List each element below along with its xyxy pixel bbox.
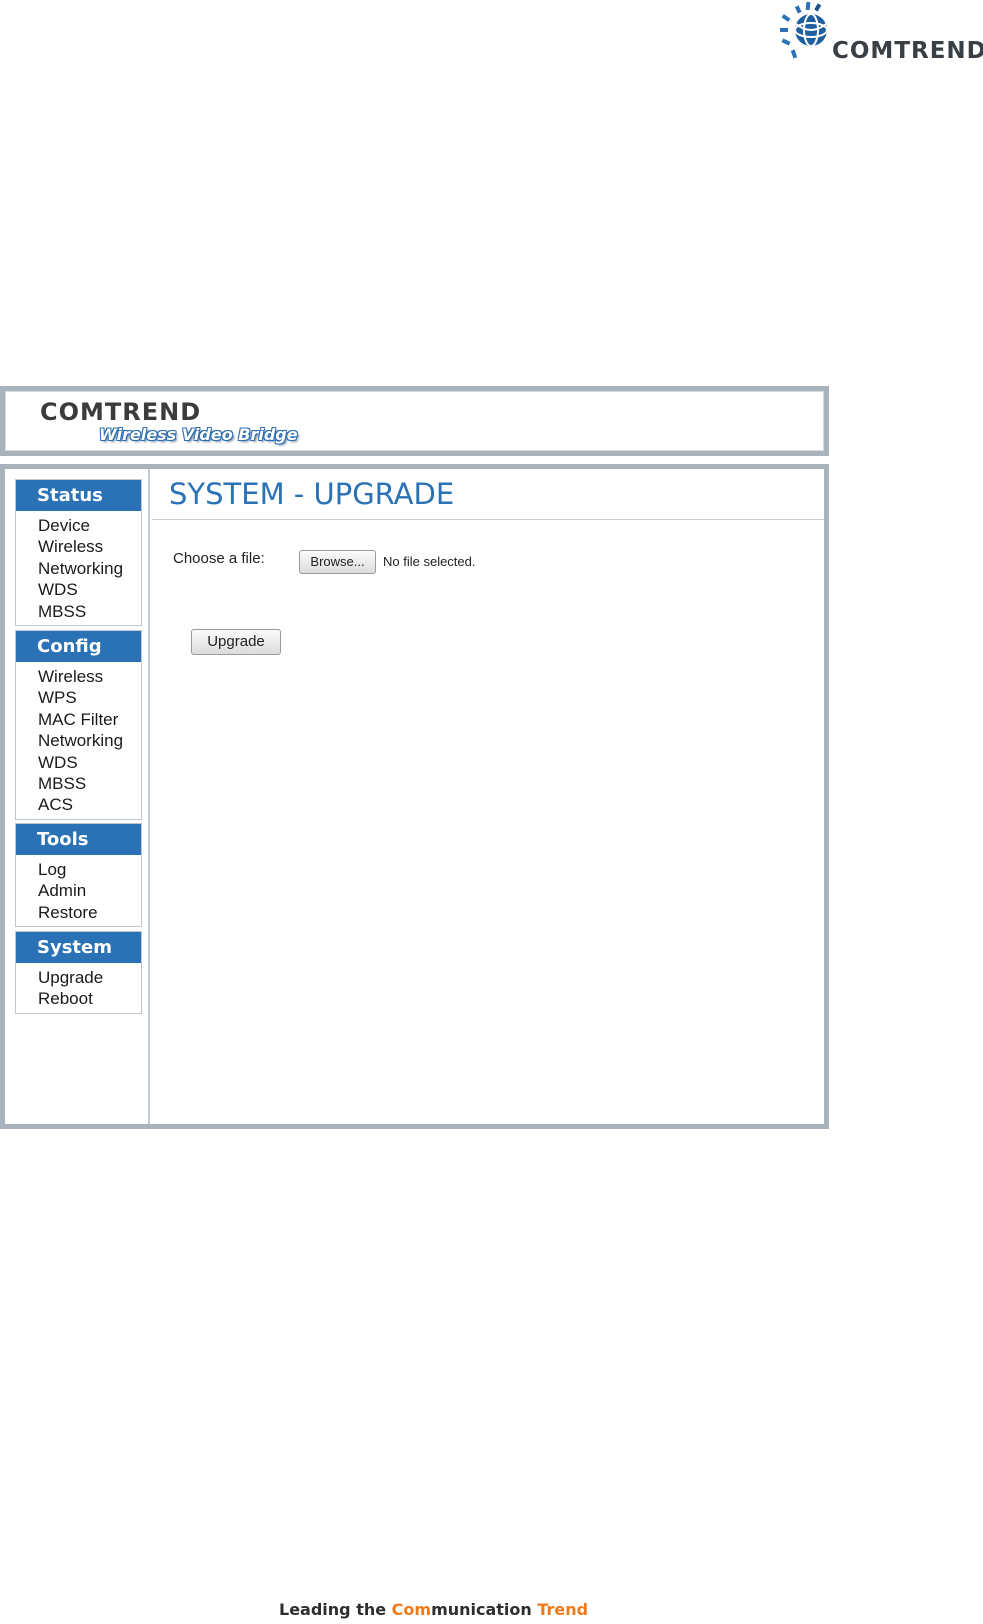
nav-group-config: Config Wireless WPS MAC Filter Networkin… bbox=[15, 630, 142, 820]
nav-group-title: Status bbox=[16, 480, 141, 511]
sidebar-item-config-wps[interactable]: WPS bbox=[16, 687, 141, 708]
sidebar-item-config-networking[interactable]: Networking bbox=[16, 730, 141, 751]
sidebar-item-status-wds[interactable]: WDS bbox=[16, 579, 141, 600]
file-status-text: No file selected. bbox=[383, 554, 476, 569]
comtrend-corporate-logo: COMTREND bbox=[776, 0, 983, 68]
sidebar-item-config-wds[interactable]: WDS bbox=[16, 752, 141, 773]
sidebar-item-tools-restore[interactable]: Restore bbox=[16, 902, 141, 923]
corporate-logo-wordmark: COMTREND bbox=[832, 38, 983, 64]
sidebar: Status Device Wireless Networking WDS MB… bbox=[5, 469, 150, 1124]
sidebar-item-status-device[interactable]: Device bbox=[16, 515, 141, 536]
sidebar-item-tools-log[interactable]: Log bbox=[16, 859, 141, 880]
sidebar-item-config-acs[interactable]: ACS bbox=[16, 794, 141, 815]
browse-button[interactable]: Browse... bbox=[299, 550, 376, 574]
nav-group-status: Status Device Wireless Networking WDS MB… bbox=[15, 479, 142, 626]
sidebar-item-status-mbss[interactable]: MBSS bbox=[16, 601, 141, 622]
comtrend-globe-icon bbox=[780, 1, 828, 59]
tagline-part-1: Leading the bbox=[279, 1600, 392, 1619]
page-title: SYSTEM - UPGRADE bbox=[169, 477, 455, 511]
brand-name: COMTREND bbox=[40, 398, 202, 426]
choose-file-label: Choose a file: bbox=[173, 550, 265, 567]
app-body: Status Device Wireless Networking WDS MB… bbox=[0, 464, 829, 1129]
sidebar-item-config-mbss[interactable]: MBSS bbox=[16, 773, 141, 794]
nav-group-tools: Tools Log Admin Restore bbox=[15, 823, 142, 928]
sidebar-item-system-reboot[interactable]: Reboot bbox=[16, 988, 141, 1009]
sidebar-item-tools-admin[interactable]: Admin bbox=[16, 880, 141, 901]
sidebar-item-system-upgrade[interactable]: Upgrade bbox=[16, 967, 141, 988]
nav-group-title: Tools bbox=[16, 824, 141, 855]
tagline-part-3: munication bbox=[431, 1600, 538, 1619]
sidebar-item-status-wireless[interactable]: Wireless bbox=[16, 536, 141, 557]
nav-group-system: System Upgrade Reboot bbox=[15, 931, 142, 1014]
sidebar-item-status-networking[interactable]: Networking bbox=[16, 558, 141, 579]
title-divider bbox=[152, 519, 824, 520]
nav-group-title: Config bbox=[16, 631, 141, 662]
footer-tagline: Leading the Communication Trend bbox=[279, 1600, 588, 1619]
sidebar-item-config-mac-filter[interactable]: MAC Filter bbox=[16, 709, 141, 730]
tagline-part-4: Trend bbox=[537, 1600, 589, 1619]
product-name: Wireless Video Bridge bbox=[99, 425, 298, 444]
tagline-part-2: Com bbox=[391, 1600, 432, 1619]
nav-group-title: System bbox=[16, 932, 141, 963]
sidebar-item-config-wireless[interactable]: Wireless bbox=[16, 666, 141, 687]
main-content: SYSTEM - UPGRADE Choose a file: Browse..… bbox=[152, 469, 824, 1124]
upgrade-button[interactable]: Upgrade bbox=[191, 629, 281, 655]
app-header: COMTREND Wireless Video Bridge bbox=[0, 386, 829, 456]
